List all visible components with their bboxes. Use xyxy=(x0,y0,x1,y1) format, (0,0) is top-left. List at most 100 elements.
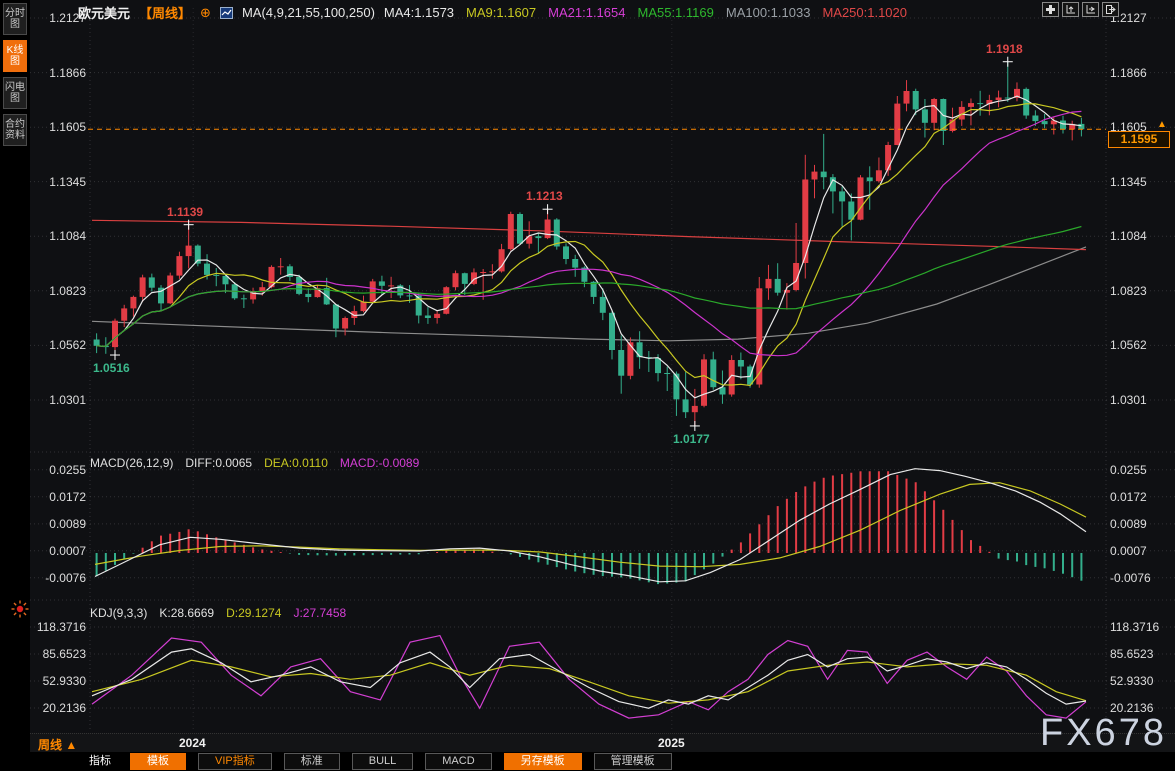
candle-body xyxy=(167,276,173,304)
kdj-axis-label-left: 52.9330 xyxy=(22,674,86,688)
indicator-label-part: DIFF:0.0065 xyxy=(185,456,252,470)
candle-body xyxy=(480,272,486,273)
toolbar-button-BULL[interactable]: BULL xyxy=(352,753,414,770)
ma4-line xyxy=(97,96,1082,398)
macd-axis-label-right: 0.0255 xyxy=(1110,463,1147,477)
candle-body xyxy=(655,358,661,373)
kdj-k-line xyxy=(92,649,1086,708)
indicator-label-part: KDJ(9,3,3) xyxy=(90,606,147,620)
period-selector[interactable]: 周线 ▲ xyxy=(38,736,77,753)
price-axis-label-left: 1.0562 xyxy=(34,338,86,352)
toolbar-button-MACD[interactable]: MACD xyxy=(425,753,491,770)
scale-axis-right-icon[interactable] xyxy=(1082,2,1099,17)
candle-body xyxy=(977,103,983,104)
candle-body xyxy=(710,359,716,387)
kdj-axis-label-right: 52.9330 xyxy=(1110,674,1153,688)
ma21-line xyxy=(97,111,1082,355)
alert-sun-icon xyxy=(11,600,29,618)
toolbar-button-VIP指标[interactable]: VIP指标 xyxy=(198,753,272,770)
candle-body xyxy=(453,273,459,287)
candle-body xyxy=(407,295,413,296)
time-axis-year-label: 2025 xyxy=(658,736,685,750)
candle-body xyxy=(664,373,670,374)
candle-body xyxy=(333,304,339,328)
macd-axis-label-left: 0.0007 xyxy=(28,544,86,558)
price-axis-label-right: 1.1084 xyxy=(1110,229,1147,243)
price-extreme-label: 1.0516 xyxy=(93,361,130,375)
ma100-line xyxy=(92,247,1086,341)
candle-body xyxy=(931,99,937,123)
macd-axis-label-right: 0.0172 xyxy=(1110,490,1147,504)
candle-body xyxy=(701,359,707,405)
toolbar-button-管理模板[interactable]: 管理模板 xyxy=(594,753,672,770)
candle-body xyxy=(600,297,606,313)
candle-body xyxy=(176,256,182,276)
indicator-label-part: D:29.1274 xyxy=(226,606,281,620)
sidebar-tab-contract-info[interactable]: 合约资料 xyxy=(3,114,27,146)
grid-add-icon[interactable] xyxy=(1042,2,1059,17)
toolbar-button-模板[interactable]: 模板 xyxy=(130,753,186,770)
candle-body xyxy=(278,266,284,267)
candle-body xyxy=(370,281,376,301)
candle-body xyxy=(876,170,882,181)
kdj-axis-label-right: 85.6523 xyxy=(1110,647,1153,661)
chart-toolbar-icons xyxy=(1042,2,1119,17)
price-axis-label-right: 1.0301 xyxy=(1110,393,1147,407)
sidebar-tab-kline-chart[interactable]: K线图 xyxy=(3,40,27,72)
candle-body xyxy=(766,279,772,288)
price-axis-label-left: 1.1084 xyxy=(34,229,86,243)
current-price-tag: 1.1595 xyxy=(1108,131,1170,148)
candle-body xyxy=(609,313,615,350)
chart-type-icon[interactable] xyxy=(220,7,233,19)
ma-value-label: MA9:1.1607 xyxy=(466,5,536,20)
candle-body xyxy=(130,297,136,309)
ma-value-label: MA4:1.1573 xyxy=(384,5,454,20)
candle-body xyxy=(213,275,219,276)
kdj-indicator-label: KDJ(9,3,3)K:28.6669D:29.1274J:27.7458 xyxy=(90,606,346,620)
candle-body xyxy=(904,91,910,104)
kdj-axis-label-right: 118.3716 xyxy=(1110,620,1159,634)
ma-values-row: MA4:1.1573MA9:1.1607MA21:1.1654MA55:1.11… xyxy=(384,5,907,20)
candle-body xyxy=(434,314,440,318)
candle-body xyxy=(305,294,311,297)
toolbar-button-标准[interactable]: 标准 xyxy=(284,753,340,770)
chart-canvas[interactable] xyxy=(0,0,1175,771)
candle-body xyxy=(149,277,155,287)
left-sidebar: 分时图 K线图 闪电图 合约资料 xyxy=(0,0,30,771)
candle-body xyxy=(563,246,569,259)
candle-body xyxy=(968,103,974,107)
price-axis-label-right: 1.1866 xyxy=(1110,66,1147,80)
candle-body xyxy=(738,360,744,367)
price-extreme-label: 1.1213 xyxy=(526,189,563,203)
candle-body xyxy=(204,264,210,275)
scale-axis-left-icon[interactable] xyxy=(1062,2,1079,17)
price-axis-label-left: 1.0301 xyxy=(34,393,86,407)
candle-body xyxy=(885,145,891,170)
candle-body xyxy=(996,98,1002,101)
macd-axis-label-right: 0.0007 xyxy=(1110,544,1147,558)
sidebar-tab-lightning-chart[interactable]: 闪电图 xyxy=(3,77,27,109)
add-indicator-icon[interactable]: ⊕ xyxy=(200,5,211,21)
period-tag[interactable]: 【周线】 xyxy=(139,3,191,22)
candle-body xyxy=(443,287,449,314)
price-extreme-label: 1.0177 xyxy=(673,432,710,446)
period-dropdown-arrow-icon: ▲ xyxy=(65,738,77,752)
candle-body xyxy=(1023,89,1029,116)
indicator-label-part: MACD(26,12,9) xyxy=(90,456,173,470)
bottom-toolbar: 指标模板 VIP指标标准 BULL MACD 另存模板管理模板 xyxy=(0,752,1175,771)
sidebar-tab-timeshare-chart[interactable]: 分时图 xyxy=(3,3,27,35)
candle-body xyxy=(112,321,118,347)
indicator-label-part: MACD:-0.0089 xyxy=(340,456,419,470)
indicator-label-part: J:27.7458 xyxy=(293,606,346,620)
symbol-name: 欧元美元 xyxy=(78,3,130,22)
toolbar-button-指标[interactable]: 指标 xyxy=(82,753,118,770)
candle-body xyxy=(462,273,468,284)
candle-body xyxy=(94,340,100,346)
toolbar-button-另存模板[interactable]: 另存模板 xyxy=(504,753,582,770)
macd-axis-label-left: 0.0255 xyxy=(28,463,86,477)
candle-body xyxy=(535,236,541,238)
price-axis-label-left: 1.1605 xyxy=(34,120,86,134)
pan-right-icon[interactable] xyxy=(1102,2,1119,17)
price-axis-label-right: 1.1345 xyxy=(1110,175,1147,189)
candle-body xyxy=(673,374,679,400)
